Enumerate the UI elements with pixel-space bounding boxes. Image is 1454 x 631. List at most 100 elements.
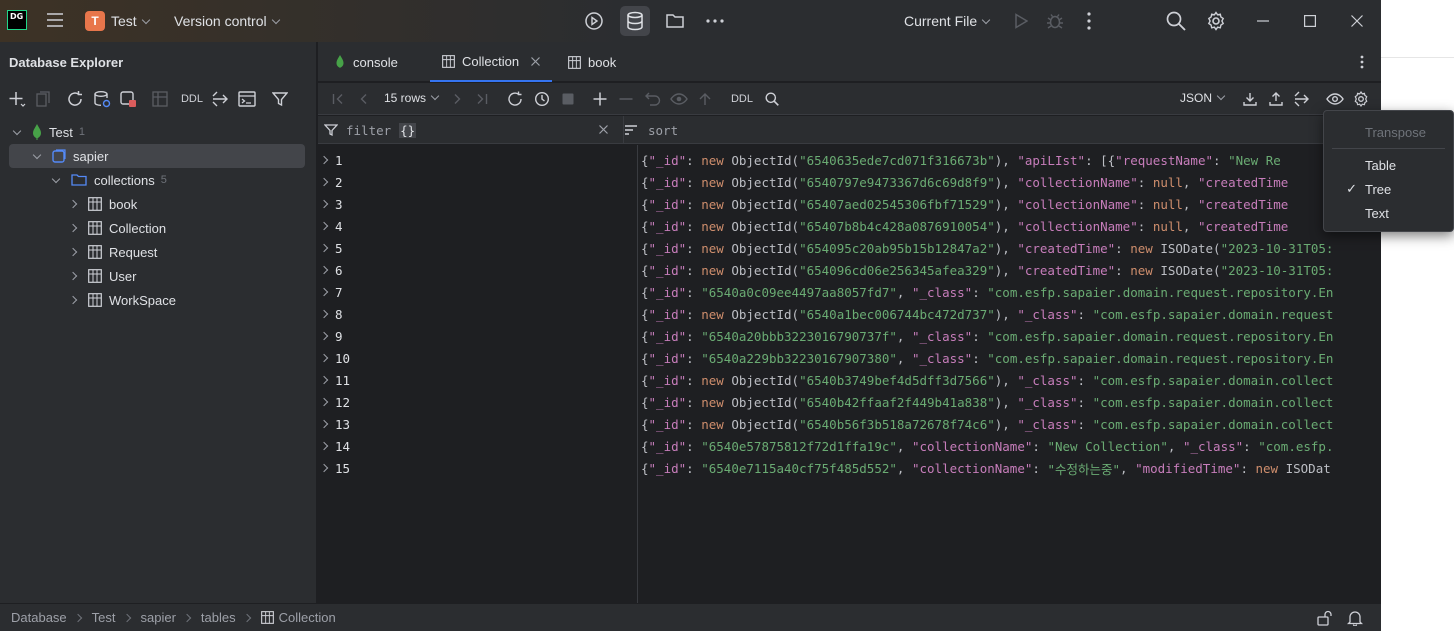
filter-input[interactable]: filter {} bbox=[340, 116, 616, 144]
table-row[interactable]: 12 bbox=[318, 391, 638, 413]
format-selector[interactable]: JSON bbox=[1180, 91, 1226, 105]
chevron-right-icon[interactable] bbox=[68, 223, 78, 233]
export-icon[interactable] bbox=[1241, 90, 1259, 108]
menu-item-table[interactable]: Table bbox=[1324, 154, 1453, 176]
tab-collection[interactable]: Collection bbox=[430, 42, 552, 82]
run-icon[interactable] bbox=[1010, 10, 1032, 32]
table-row[interactable]: 5 bbox=[318, 237, 638, 259]
import-icon[interactable] bbox=[1267, 90, 1285, 108]
chevron-right-icon[interactable] bbox=[319, 463, 329, 473]
run-config-selector[interactable]: Current File bbox=[904, 13, 991, 29]
table-row[interactable]: 2 bbox=[318, 171, 638, 193]
chevron-down-icon[interactable] bbox=[51, 174, 61, 183]
sort-input[interactable]: sort bbox=[642, 116, 1242, 144]
delete-row-icon[interactable] bbox=[617, 90, 635, 108]
json-document[interactable]: {"_id": new ObjectId("654096cd06e256345a… bbox=[641, 259, 1381, 281]
table-row[interactable]: 15 bbox=[318, 457, 638, 479]
tree-node-workspace[interactable]: WorkSpace bbox=[8, 288, 308, 312]
history-icon[interactable] bbox=[533, 90, 551, 108]
json-document[interactable]: {"_id": "6540e7115a40cf75f485d552", "col… bbox=[641, 457, 1381, 479]
table-row[interactable]: 6 bbox=[318, 259, 638, 281]
json-document[interactable]: {"_id": "6540a20bbb3223016790737f", "_cl… bbox=[641, 325, 1381, 347]
compare-icon[interactable] bbox=[1293, 90, 1311, 108]
table-row[interactable]: 1 bbox=[318, 149, 638, 171]
table-row[interactable]: 9 bbox=[318, 325, 638, 347]
close-window-icon[interactable] bbox=[1346, 10, 1368, 32]
previous-page-icon[interactable] bbox=[355, 90, 373, 108]
table-row[interactable]: 4 bbox=[318, 215, 638, 237]
add-icon[interactable] bbox=[8, 90, 26, 108]
json-document[interactable]: {"_id": new ObjectId("65407b8b4c428a0876… bbox=[641, 215, 1381, 237]
chevron-right-icon[interactable] bbox=[68, 199, 78, 209]
settings-gear-icon[interactable] bbox=[1205, 10, 1227, 32]
filter-icon[interactable] bbox=[271, 90, 289, 108]
reload-icon[interactable] bbox=[506, 90, 524, 108]
tree-node-collection[interactable]: Collection bbox=[8, 216, 308, 240]
chevron-right-icon[interactable] bbox=[68, 271, 78, 281]
main-menu-icon[interactable] bbox=[46, 12, 64, 28]
chevron-right-icon[interactable] bbox=[319, 177, 329, 187]
console-icon[interactable] bbox=[238, 90, 256, 108]
chevron-right-icon[interactable] bbox=[319, 419, 329, 429]
table-row[interactable]: 13 bbox=[318, 413, 638, 435]
project-badge[interactable]: T bbox=[85, 11, 105, 31]
chevron-right-icon[interactable] bbox=[319, 397, 329, 407]
tab-options-icon[interactable] bbox=[1353, 53, 1371, 71]
breadcrumb-item[interactable]: Test bbox=[92, 610, 116, 625]
json-document[interactable]: {"_id": new ObjectId("6540b3749bef4d5dff… bbox=[641, 369, 1381, 391]
search-icon[interactable] bbox=[763, 90, 781, 108]
chevron-right-icon[interactable] bbox=[68, 295, 78, 305]
first-page-icon[interactable] bbox=[329, 90, 347, 108]
json-document[interactable]: {"_id": "6540e57875812f72d1ffa19c", "col… bbox=[641, 435, 1381, 457]
refresh-icon[interactable] bbox=[66, 90, 84, 108]
submit-icon[interactable] bbox=[696, 90, 714, 108]
search-icon[interactable] bbox=[1165, 10, 1187, 32]
tree-node-sapier[interactable]: sapier bbox=[9, 144, 305, 168]
chevron-right-icon[interactable] bbox=[319, 287, 329, 297]
chevron-right-icon[interactable] bbox=[319, 353, 329, 363]
json-document[interactable]: {"_id": new ObjectId("6540b42ffaaf2f449b… bbox=[641, 391, 1381, 413]
table-row[interactable]: 14 bbox=[318, 435, 638, 457]
json-document[interactable]: {"_id": new ObjectId("6540b56f3b518a7267… bbox=[641, 413, 1381, 435]
ddl-button[interactable]: DDL bbox=[729, 90, 755, 108]
tab-console[interactable]: console bbox=[336, 42, 398, 82]
chevron-down-icon[interactable] bbox=[32, 150, 42, 159]
minimize-icon[interactable] bbox=[1252, 10, 1274, 32]
folder-icon[interactable] bbox=[664, 10, 686, 32]
version-control-menu[interactable]: Version control bbox=[174, 13, 280, 29]
chevron-right-icon[interactable] bbox=[319, 221, 329, 231]
database-icon[interactable] bbox=[620, 6, 650, 36]
grid-settings-icon[interactable] bbox=[1352, 90, 1370, 108]
json-document[interactable]: {"_id": new ObjectId("65407aed02545306fb… bbox=[641, 193, 1381, 215]
read-only-lock-icon[interactable] bbox=[1316, 610, 1332, 626]
json-document[interactable]: {"_id": new ObjectId("654095c20ab95b15b1… bbox=[641, 237, 1381, 259]
notifications-bell-icon[interactable] bbox=[1347, 610, 1363, 626]
table-row[interactable]: 11 bbox=[318, 369, 638, 391]
json-document[interactable]: {"_id": "6540a0c09ee4497aa8057fd7", "_cl… bbox=[641, 281, 1381, 303]
breadcrumb-item[interactable]: Collection bbox=[279, 610, 336, 625]
table-row[interactable]: 3 bbox=[318, 193, 638, 215]
menu-item-text[interactable]: Text bbox=[1324, 202, 1453, 224]
breadcrumb-item[interactable]: sapier bbox=[141, 610, 176, 625]
tree-node-collections[interactable]: collections 5 bbox=[8, 168, 308, 192]
chevron-right-icon[interactable] bbox=[319, 243, 329, 253]
chevron-right-icon[interactable] bbox=[319, 375, 329, 385]
chevron-right-icon[interactable] bbox=[319, 199, 329, 209]
disconnect-icon[interactable] bbox=[119, 90, 137, 108]
more-vertical-icon[interactable] bbox=[1078, 10, 1100, 32]
page-size-selector[interactable]: 15 rows bbox=[384, 91, 440, 105]
breadcrumb-item[interactable]: Database bbox=[11, 610, 67, 625]
json-document[interactable]: {"_id": new ObjectId("6540a1bec006744bc4… bbox=[641, 303, 1381, 325]
tree-node-request[interactable]: Request bbox=[8, 240, 308, 264]
ddl-button[interactable]: DDL bbox=[180, 90, 204, 108]
json-document[interactable]: {"_id": new ObjectId("6540635ede7cd071f3… bbox=[641, 149, 1381, 171]
table-editor-icon[interactable] bbox=[151, 90, 169, 108]
stop-icon[interactable] bbox=[559, 90, 577, 108]
tree-node-test[interactable]: Test 1 bbox=[8, 120, 308, 144]
next-page-icon[interactable] bbox=[448, 90, 466, 108]
tab-book[interactable]: book bbox=[568, 42, 616, 82]
copy-icon[interactable] bbox=[34, 90, 52, 108]
chevron-right-icon[interactable] bbox=[319, 155, 329, 165]
tree-node-user[interactable]: User bbox=[8, 264, 308, 288]
clear-filter-icon[interactable] bbox=[599, 125, 608, 134]
